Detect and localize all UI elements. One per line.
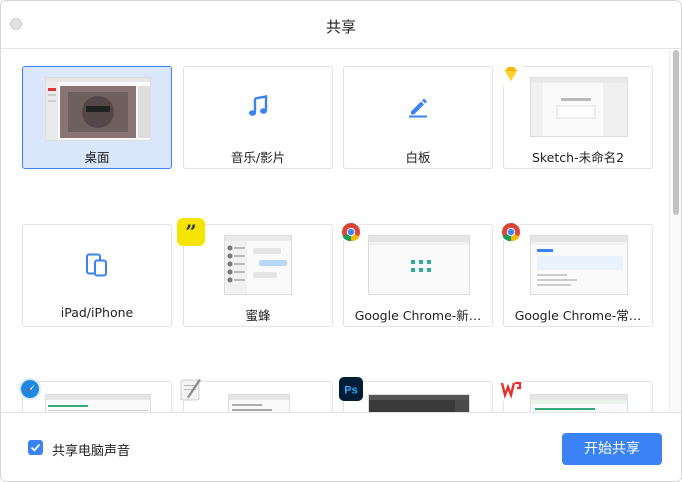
share-tile-bee[interactable]: ” 蜜蜂 — [177, 218, 333, 327]
safari-window-thumbnail — [45, 394, 151, 412]
wps-icon — [499, 377, 523, 401]
share-tile-chrome-new[interactable]: Google Chrome-新… — [340, 221, 493, 327]
share-tile-desktop[interactable]: 桌面 — [22, 66, 172, 169]
tile-label: Google Chrome-新… — [354, 308, 482, 323]
share-audio-label[interactable]: 共享电脑声音 — [52, 440, 130, 459]
wps-window-thumbnail — [530, 394, 628, 412]
checkmark-icon — [30, 443, 41, 452]
tile-label: 白板 — [405, 150, 431, 165]
footer-bar: 共享电脑声音 开始共享 — [1, 412, 681, 481]
textedit-icon — [179, 377, 203, 401]
pencil-icon — [406, 95, 430, 124]
tile-label: 桌面 — [84, 150, 110, 165]
share-tile-whiteboard[interactable]: 白板 — [343, 66, 493, 169]
start-sharing-button[interactable]: 开始共享 — [562, 433, 662, 465]
tile-label: Sketch-未命名2 — [531, 150, 625, 165]
chrome-icon — [339, 220, 363, 244]
textedit-window-thumbnail — [228, 394, 290, 412]
share-audio-checkbox[interactable] — [28, 440, 43, 455]
chrome-window-thumbnail — [368, 235, 470, 295]
share-tile-safari[interactable] — [19, 378, 172, 412]
photoshop-window-thumbnail — [368, 394, 470, 412]
sketch-window-thumbnail — [530, 77, 628, 137]
tile-label: 蜜蜂 — [245, 308, 271, 323]
desktop-thumbnail — [45, 77, 151, 141]
tile-label: 音乐/影片 — [230, 150, 286, 165]
sketch-icon — [499, 62, 523, 86]
window-title: 共享 — [325, 18, 356, 36]
share-tile-ipad-iphone[interactable]: iPad/iPhone — [22, 224, 172, 327]
share-tile-chrome-common[interactable]: Google Chrome-常… — [500, 221, 653, 327]
share-tile-sketch[interactable]: Sketch-未命名2 — [499, 62, 653, 169]
chrome-icon — [499, 220, 523, 244]
svg-text:”: ” — [185, 220, 197, 244]
music-icon — [246, 95, 270, 124]
scrollbar-thumb[interactable] — [673, 50, 679, 215]
share-tile-music-video[interactable]: 音乐/影片 — [183, 66, 333, 169]
photoshop-icon: Ps — [339, 377, 363, 401]
share-tile-photoshop[interactable]: Ps — [339, 377, 493, 412]
svg-text:Ps: Ps — [344, 385, 357, 397]
safari-icon — [18, 377, 42, 401]
devices-icon — [84, 252, 110, 283]
share-source-grid: 桌面 音乐/影片 白板 Sketch-未命名2 iPad/iPhone ” 蜜蜂… — [1, 50, 681, 412]
grid-scrollbar[interactable] — [669, 50, 681, 412]
share-window: 共享 桌面 音乐/影片 白板 Sketch-未命名2 iPad/iPhone ”… — [0, 0, 682, 482]
tile-label: Google Chrome-常… — [514, 308, 642, 323]
chrome-window-thumbnail — [530, 235, 628, 295]
quote-icon: ” — [177, 218, 205, 246]
title-bar: 共享 — [1, 1, 681, 49]
share-tile-textedit[interactable] — [180, 379, 333, 412]
tile-label: iPad/iPhone — [60, 305, 134, 320]
share-tile-wps[interactable] — [499, 377, 653, 412]
chat-window-thumbnail — [224, 235, 292, 295]
